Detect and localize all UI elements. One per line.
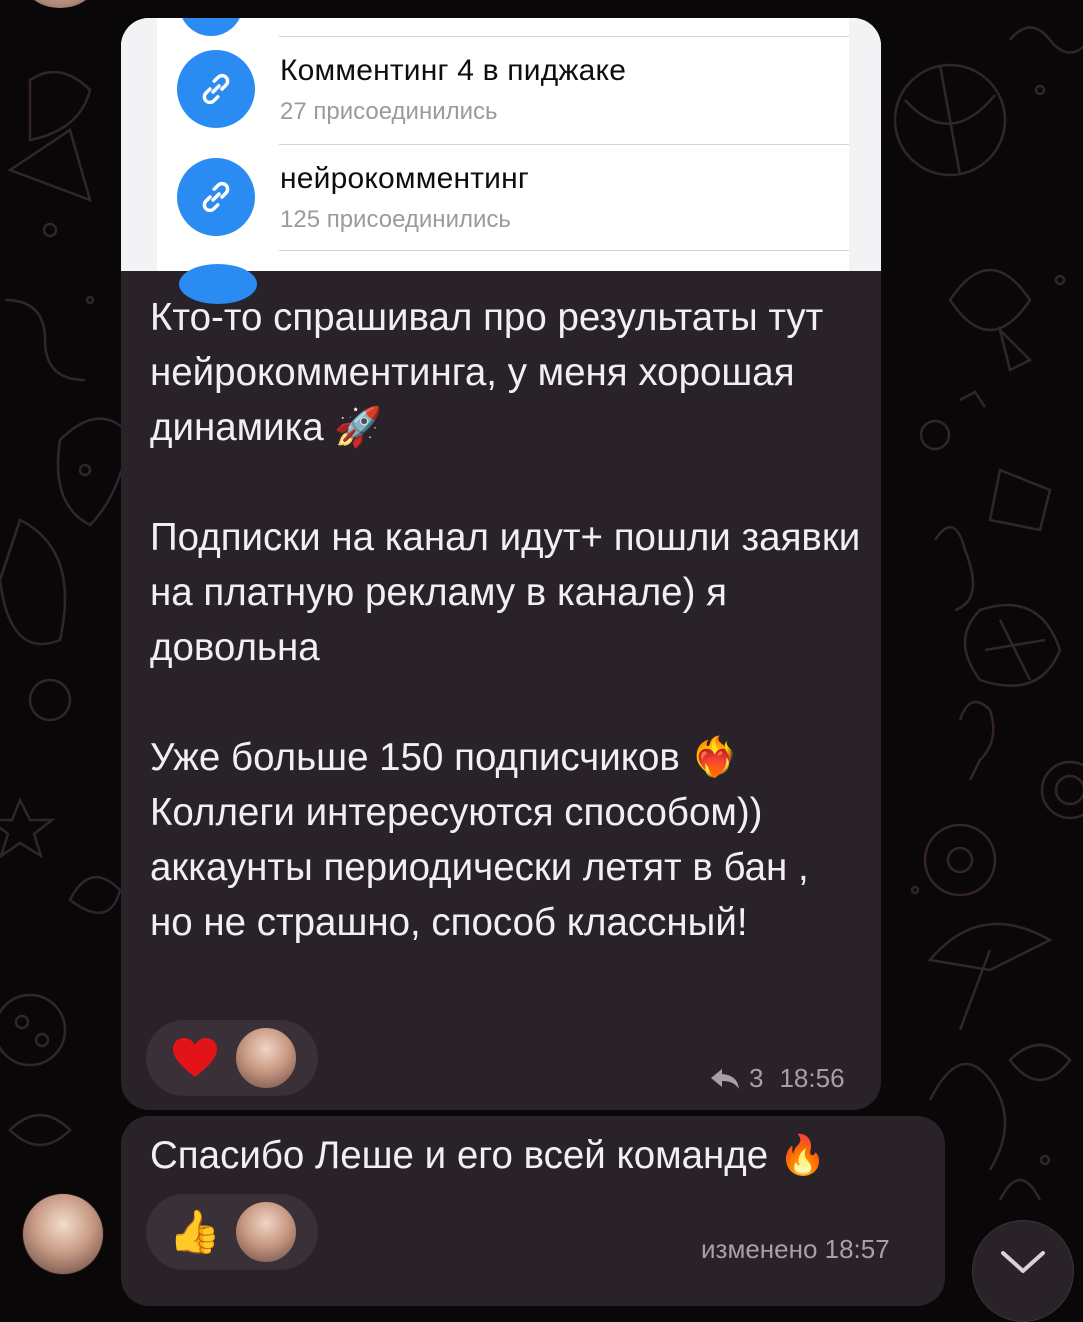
message-text: Спасибо Леше и его всей команде 🔥 [150, 1134, 827, 1177]
screenshot-margin [849, 18, 881, 271]
message-meta: 3 18:56 [709, 1063, 845, 1094]
link-icon [177, 158, 255, 236]
message-bubble[interactable]: Комментинг 4 в пиджаке 27 присоединились… [121, 18, 881, 1110]
message-text: Кто-то спрашивал про результаты тут нейр… [150, 296, 861, 944]
link-icon [179, 18, 243, 36]
message-time: 18:56 [779, 1063, 845, 1093]
sender-avatar[interactable] [22, 1193, 104, 1275]
link-icon [177, 50, 255, 128]
reaction-pill[interactable] [146, 1020, 318, 1096]
scroll-down-button[interactable] [972, 1220, 1074, 1322]
invite-link-joined: 125 присоединились [280, 206, 511, 233]
reaction-pill[interactable]: 👍 [146, 1194, 318, 1270]
screenshot-margin [121, 18, 157, 271]
divider [279, 36, 849, 37]
reply-count: 3 [749, 1063, 764, 1093]
chevron-down-icon [1001, 1251, 1045, 1273]
divider [279, 250, 849, 251]
reply-arrow-icon [711, 1068, 739, 1089]
invite-link-title: нейрокомментинг [280, 162, 530, 195]
thumbs-up-reaction: 👍 [168, 1207, 222, 1255]
reactor-avatar [234, 1200, 298, 1264]
reactor-avatar [234, 1026, 298, 1090]
invite-link-title: Комментинг 4 в пиджаке [280, 54, 627, 87]
message-bubble[interactable]: Спасибо Леше и его всей команде 🔥 👍 изме… [121, 1116, 945, 1306]
message-time: изменено 18:57 [701, 1234, 890, 1264]
divider [279, 144, 849, 145]
heart-reaction [170, 1033, 220, 1083]
attached-screenshot[interactable]: Комментинг 4 в пиджаке 27 присоединились… [121, 18, 881, 304]
invite-link-joined: 27 присоединились [280, 98, 498, 125]
